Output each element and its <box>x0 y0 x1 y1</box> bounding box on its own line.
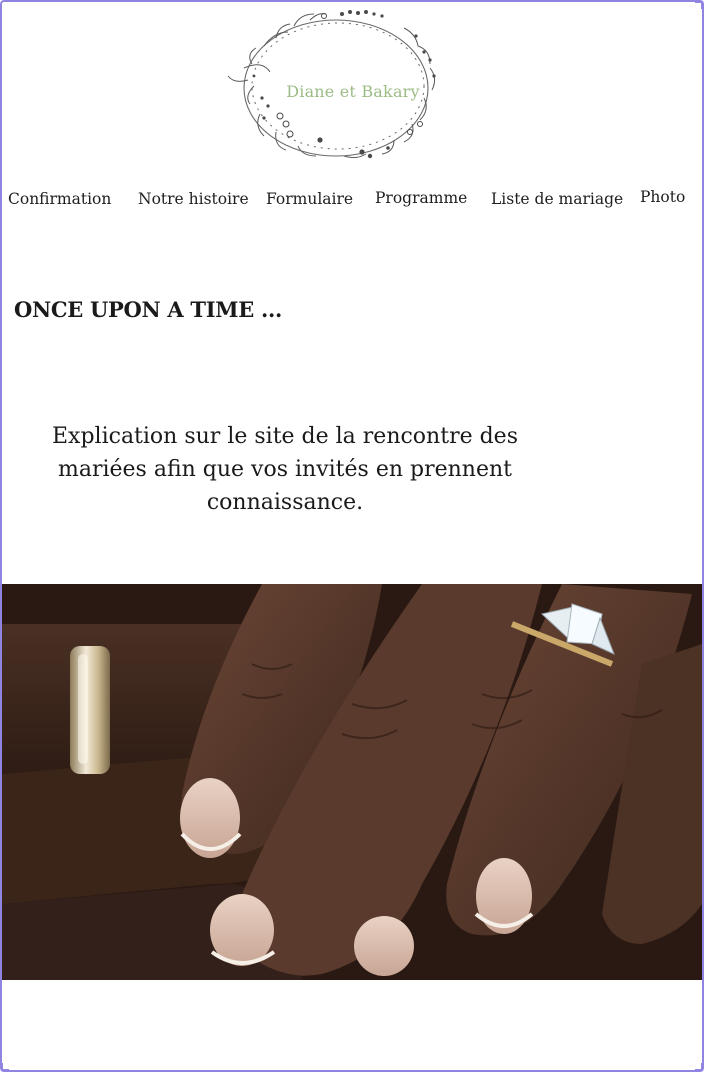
nav-item-photo[interactable]: Photo <box>640 188 685 206</box>
story-explanation: Explication sur le site de la rencontre … <box>52 424 518 515</box>
nav-item-formulaire[interactable]: Formulaire <box>266 190 353 208</box>
nav-item-programme[interactable]: Programme <box>375 189 467 207</box>
frame-corner-bottom-left <box>1 1063 9 1071</box>
wedding-rings-photo <box>2 584 702 980</box>
wedding-rings-illustration <box>2 584 702 980</box>
frame-corner-top-right <box>695 1 703 9</box>
nav-item-notre-histoire[interactable]: Notre histoire <box>138 190 249 208</box>
frame-corner-bottom-right <box>695 1063 703 1071</box>
main-navigation: Confirmation Notre histoire Formulaire P… <box>0 188 704 214</box>
page-title: ONCE UPON A TIME ... <box>14 297 282 322</box>
site-logo[interactable]: Diane et Bakary <box>224 6 450 166</box>
nav-item-liste-de-mariage[interactable]: Liste de mariage <box>491 190 623 208</box>
nav-item-confirmation[interactable]: Confirmation <box>8 190 111 208</box>
logo-text: Diane et Bakary <box>286 82 420 101</box>
